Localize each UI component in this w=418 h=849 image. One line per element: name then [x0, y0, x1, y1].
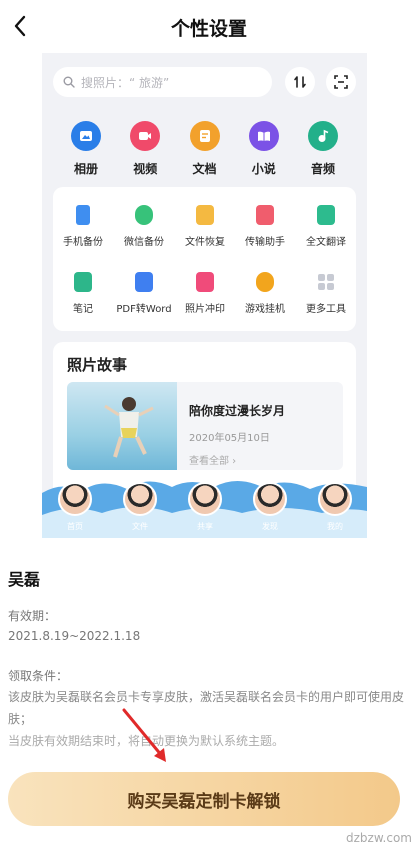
category-novel[interactable]: 小说 — [244, 121, 284, 177]
category-audio[interactable]: 音频 — [303, 121, 343, 177]
tool-phone-backup[interactable]: 手机备份 — [53, 205, 113, 248]
scan-button[interactable] — [326, 67, 356, 97]
folder-icon — [196, 205, 214, 225]
skin-info: 吴磊 有效期： 2021.8.19~2022.1.18 领取条件： 该皮肤为吴磊… — [8, 566, 412, 752]
tool-wechat-backup[interactable]: 微信备份 — [114, 205, 174, 248]
page-title: 个性设置 — [170, 18, 247, 40]
validity-label: 有效期： — [8, 609, 57, 623]
category-row: 相册 视频 文档 小说 音频 — [53, 121, 356, 177]
skin-name: 吴磊 — [8, 570, 41, 589]
story-photo — [67, 382, 177, 470]
tab-home[interactable]: 首页 — [52, 482, 98, 532]
condition-text: 该皮肤为吴磊联名会员卡专享皮肤，激活吴磊联名会员卡的用户即可使用皮肤； — [8, 690, 405, 726]
grid-icon — [318, 274, 334, 290]
avatar — [318, 482, 352, 516]
wechat-icon — [135, 205, 153, 225]
tab-files[interactable]: 文件 — [117, 482, 163, 532]
tool-photo-print[interactable]: 照片冲印 — [175, 272, 235, 315]
avatar — [123, 482, 157, 516]
sort-button[interactable] — [285, 67, 315, 97]
video-icon — [130, 121, 161, 151]
scan-icon — [334, 75, 348, 89]
tool-transfer-assistant[interactable]: 传输助手 — [235, 205, 295, 248]
tool-translate[interactable]: 全文翻译 — [296, 205, 356, 248]
story-item[interactable]: 陪你度过漫长岁月 2020年05月10日 查看全部 › — [67, 382, 343, 470]
view-all-link[interactable]: 查看全部 › — [189, 452, 236, 467]
top-bar: 个性设置 — [0, 0, 418, 52]
game-icon — [256, 272, 274, 292]
print-icon — [196, 272, 214, 292]
album-icon — [71, 121, 101, 151]
avatar — [253, 482, 287, 516]
avatar — [58, 482, 92, 516]
tab-discover[interactable]: 发现 — [247, 482, 293, 532]
search-icon — [63, 76, 75, 88]
tool-file-recovery[interactable]: 文件恢复 — [175, 205, 235, 248]
tab-mine[interactable]: 我的 — [312, 482, 358, 532]
search-input[interactable]: 搜照片：“ 旅游” — [53, 67, 272, 97]
watermark: dzbzw.com — [346, 831, 412, 845]
document-icon — [189, 121, 220, 151]
word-icon — [135, 272, 153, 292]
condition-label: 领取条件： — [8, 669, 69, 683]
buy-card-button[interactable]: 购买吴磊定制卡解锁 — [8, 772, 400, 826]
sort-icon — [294, 76, 306, 88]
avatar — [188, 482, 222, 516]
theme-preview: 搜照片：“ 旅游” 相册 视频 文档 小说 音频 手机备份 微信备份 文件恢复 … — [42, 53, 367, 538]
notes-icon — [74, 272, 92, 292]
tab-share[interactable]: 共享 — [182, 482, 228, 532]
search-placeholder: 搜照片：“ 旅游” — [81, 75, 170, 90]
story-section-title: 照片故事 — [67, 356, 128, 374]
tool-game-idle[interactable]: 游戏挂机 — [235, 272, 295, 315]
arrow-annotation-icon — [122, 708, 166, 762]
validity-value: 2021.8.19~2022.1.18 — [8, 629, 141, 643]
translate-icon — [317, 205, 335, 225]
transfer-icon — [256, 205, 274, 225]
tools-card: 手机备份 微信备份 文件恢复 传输助手 全文翻译 笔记 PDF转Word 照片冲… — [53, 187, 356, 331]
expiry-text: 当皮肤有效期结束时，将自动更换为默认系统主题。 — [8, 734, 285, 748]
novel-icon — [248, 121, 279, 151]
story-name: 陪你度过漫长岁月 — [189, 404, 286, 418]
category-video[interactable]: 视频 — [125, 121, 165, 177]
tool-more[interactable]: 更多工具 — [296, 272, 356, 315]
category-album[interactable]: 相册 — [66, 121, 106, 177]
tool-pdf-to-word[interactable]: PDF转Word — [114, 272, 174, 315]
story-date: 2020年05月10日 — [189, 433, 270, 444]
themed-tab-bar: 首页 文件 共享 发现 我的 — [42, 473, 367, 538]
audio-icon — [308, 121, 338, 151]
category-document[interactable]: 文档 — [185, 121, 225, 177]
tool-notes[interactable]: 笔记 — [53, 272, 113, 315]
phone-icon — [76, 205, 90, 225]
